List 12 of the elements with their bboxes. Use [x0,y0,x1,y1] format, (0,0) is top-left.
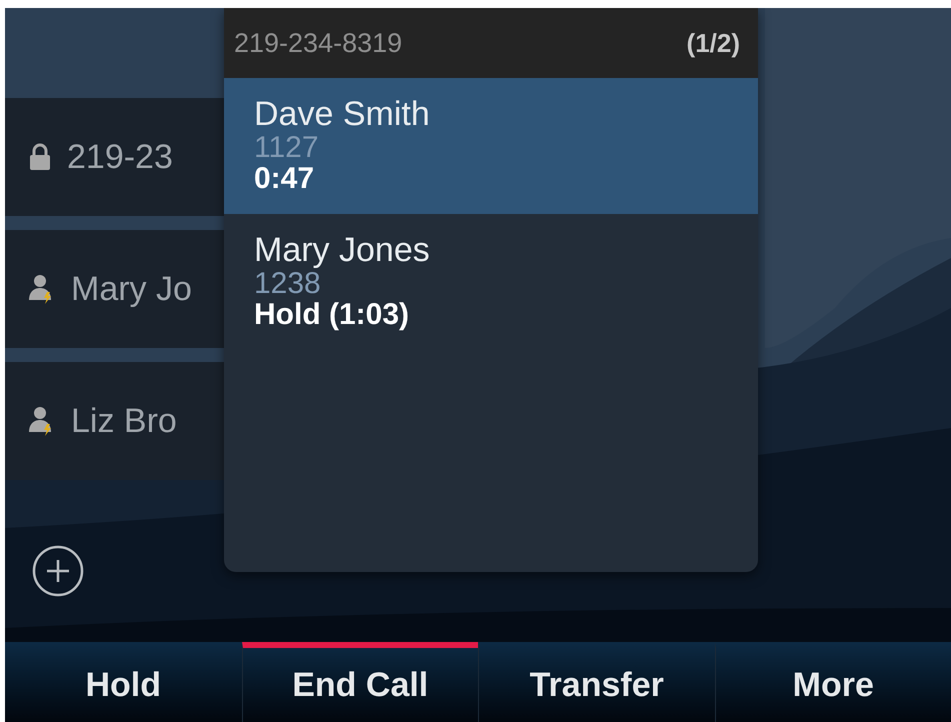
softkey-button[interactable]: End Call [242,642,478,722]
call-item[interactable]: Dave Smith 1127 0:47 [224,78,758,214]
line-label: 219-23 [67,136,173,178]
line-label: Liz Bro [71,400,177,442]
softkey-button[interactable]: More [714,642,951,722]
add-icon[interactable] [32,545,84,597]
lock-icon [29,143,51,171]
phone-number: 219-234-8319 [234,26,402,60]
softkey-button[interactable]: Transfer [478,642,714,722]
line-label: Mary Jo [71,268,192,310]
call-count: (1/2) [686,26,740,60]
softkey-button[interactable]: Hold [5,642,242,722]
